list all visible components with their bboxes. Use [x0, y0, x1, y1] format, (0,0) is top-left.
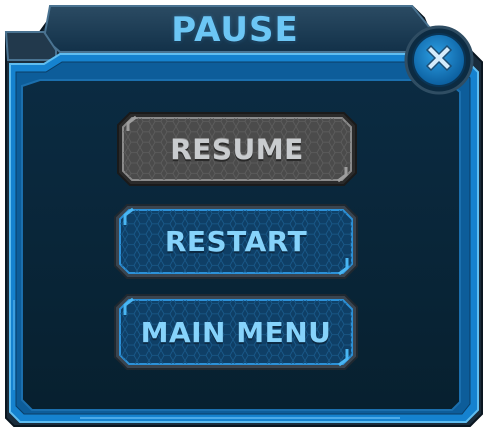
close-button[interactable] [404, 25, 474, 95]
restart-button-label: RESTART [164, 225, 308, 258]
page-title: PAUSE [171, 10, 299, 50]
main-menu-button-label: MAIN MENU [140, 315, 332, 349]
main-menu-button[interactable]: MAIN MENU [113, 293, 359, 371]
close-x-icon [404, 25, 474, 95]
restart-button[interactable]: RESTART [113, 203, 359, 280]
resume-button[interactable]: RESUME [116, 111, 358, 187]
resume-button-label: RESUME [170, 132, 304, 166]
